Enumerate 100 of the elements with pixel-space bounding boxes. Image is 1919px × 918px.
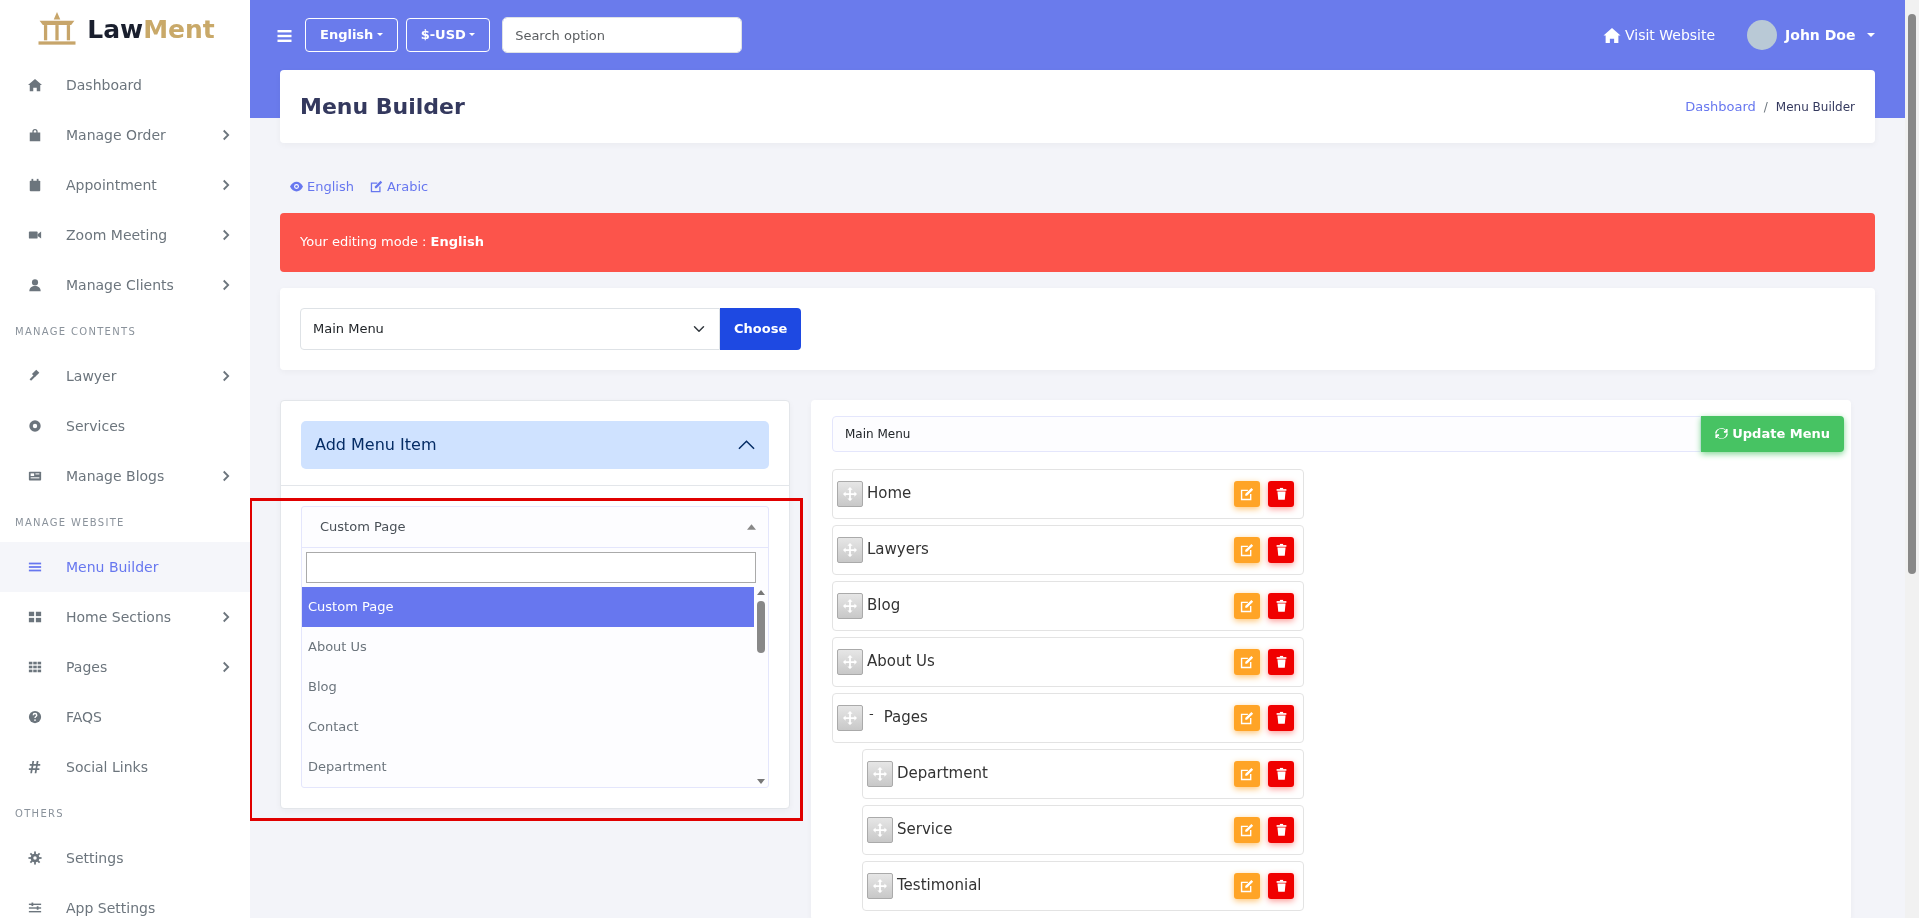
accordion-header[interactable]: Add Menu Item xyxy=(301,420,769,469)
sidebar-item[interactable]: Settings xyxy=(0,833,250,883)
drag-handle[interactable] xyxy=(837,480,863,507)
sidebar-item[interactable]: Manage Clients xyxy=(0,260,250,310)
delete-button[interactable] xyxy=(1268,480,1294,507)
question-icon xyxy=(28,710,42,724)
menu-item[interactable]: Home xyxy=(832,468,1304,519)
menu-item[interactable]: About Us xyxy=(832,636,1304,687)
edit-icon xyxy=(1240,654,1254,669)
home-icon xyxy=(1602,26,1621,44)
edit-button[interactable] xyxy=(1234,760,1260,787)
delete-button[interactable] xyxy=(1268,536,1294,563)
sidebar-section-heading: MANAGE CONTENTS xyxy=(14,325,138,339)
menu-item[interactable]: Blog xyxy=(832,580,1304,631)
move-arrows-icon xyxy=(843,598,857,613)
breadcrumb-separator: / xyxy=(1763,98,1768,116)
drag-handle[interactable] xyxy=(867,760,893,787)
dropdown-option[interactable]: About Us xyxy=(302,626,754,667)
grid-icon xyxy=(28,660,42,674)
sidebar-item[interactable]: Menu Builder xyxy=(0,542,250,592)
drag-handle[interactable] xyxy=(837,536,863,563)
trash-icon xyxy=(1274,598,1288,613)
dropdown-select[interactable]: Custom Page xyxy=(302,506,768,547)
edit-button[interactable] xyxy=(1234,592,1260,619)
move-arrows-icon xyxy=(873,878,887,893)
sidebar-item[interactable]: Pages xyxy=(0,642,250,692)
delete-button[interactable] xyxy=(1268,704,1294,731)
grid-icon xyxy=(28,610,42,624)
dropdown-option[interactable]: Custom Page xyxy=(302,586,754,627)
dropdown-search-field[interactable] xyxy=(306,551,756,583)
choose-button[interactable]: Choose xyxy=(720,307,802,350)
delete-button[interactable] xyxy=(1268,816,1294,843)
user-icon xyxy=(28,278,42,292)
scrollbar[interactable] xyxy=(1905,0,1919,918)
sidebar-section-heading: OTHERS xyxy=(14,807,65,821)
edit-icon xyxy=(1240,598,1254,613)
drag-handle[interactable] xyxy=(837,704,863,731)
menu-icon xyxy=(276,27,293,44)
edit-icon xyxy=(1240,486,1254,501)
menu-item[interactable]: Service xyxy=(862,804,1304,855)
sidebar-item[interactable]: Appointment xyxy=(0,160,250,210)
sidebar-item[interactable]: Lawyer xyxy=(0,351,250,401)
user-menu[interactable]: John Doe xyxy=(1747,20,1875,50)
edit-button[interactable] xyxy=(1234,704,1260,731)
move-arrows-icon xyxy=(873,822,887,837)
edit-button[interactable] xyxy=(1234,872,1260,899)
sidebar-section-heading: MANAGE WEBSITE xyxy=(14,516,126,530)
trash-icon xyxy=(1274,878,1288,893)
delete-button[interactable] xyxy=(1268,592,1294,619)
menu-item[interactable]: - Pages xyxy=(832,692,1304,743)
delete-button[interactable] xyxy=(1268,872,1294,899)
breadcrumb-link[interactable]: Dashboard xyxy=(1685,96,1756,117)
sidebar-item[interactable]: Home Sections xyxy=(0,592,250,642)
sidebar-item[interactable]: FAQS xyxy=(0,692,250,742)
language-link[interactable]: Arabic xyxy=(369,177,429,197)
edit-button[interactable] xyxy=(1234,536,1260,563)
trash-icon xyxy=(1274,654,1288,669)
dropdown-option[interactable]: Contact xyxy=(302,706,754,747)
search-field[interactable]: Search option xyxy=(502,17,743,53)
gear-icon xyxy=(28,851,42,865)
dropdown-button[interactable]: $-USD xyxy=(405,18,491,52)
calendar-icon xyxy=(28,178,42,192)
drag-handle[interactable] xyxy=(837,592,863,619)
drag-handle[interactable] xyxy=(867,872,893,899)
dropdown-option[interactable]: Department xyxy=(302,746,754,787)
sidebar-item[interactable]: Services xyxy=(0,401,250,451)
drag-handle[interactable] xyxy=(867,816,893,843)
menu-item[interactable]: Department xyxy=(862,748,1304,799)
edit-button[interactable] xyxy=(1234,816,1260,843)
sidebar-item[interactable]: Zoom Meeting xyxy=(0,210,250,260)
menu-name-field[interactable]: Main Menu xyxy=(832,415,1702,452)
edit-button[interactable] xyxy=(1234,648,1260,675)
dropdown-button[interactable]: English xyxy=(305,18,398,52)
eye-icon xyxy=(290,180,303,194)
menu-item[interactable]: Testimonial xyxy=(862,860,1304,911)
sidebar-item[interactable]: Dashboard xyxy=(0,60,250,110)
edit-icon xyxy=(1240,878,1254,893)
sidebar-item[interactable]: Social Links xyxy=(0,742,250,792)
drag-handle[interactable] xyxy=(837,648,863,675)
edit-icon xyxy=(1240,822,1254,837)
delete-button[interactable] xyxy=(1268,648,1294,675)
collapse-toggle[interactable]: - xyxy=(869,703,874,724)
breadcrumb-current: Menu Builder xyxy=(1775,98,1855,116)
avatar xyxy=(1747,20,1778,50)
edit-button[interactable] xyxy=(1234,480,1260,507)
delete-button[interactable] xyxy=(1268,760,1294,787)
menu-item[interactable]: Lawyers xyxy=(832,524,1304,575)
move-arrows-icon xyxy=(843,542,857,557)
language-link[interactable]: English xyxy=(290,177,354,197)
sidebar-item[interactable]: Manage Blogs xyxy=(0,451,250,501)
dropdown-option[interactable]: Blog xyxy=(302,666,754,707)
alert-message: Your editing mode : English xyxy=(300,233,484,252)
sliders-icon xyxy=(28,901,42,915)
sidebar-item[interactable]: Manage Order xyxy=(0,110,250,160)
sidebar-item[interactable]: App Settings xyxy=(0,883,250,918)
visit-website-link[interactable]: Visit Website xyxy=(1602,24,1716,46)
edit-icon xyxy=(369,180,383,194)
hash-icon xyxy=(28,760,42,774)
refresh-icon xyxy=(1715,427,1729,440)
menu-select[interactable]: Main Menu xyxy=(300,307,720,350)
